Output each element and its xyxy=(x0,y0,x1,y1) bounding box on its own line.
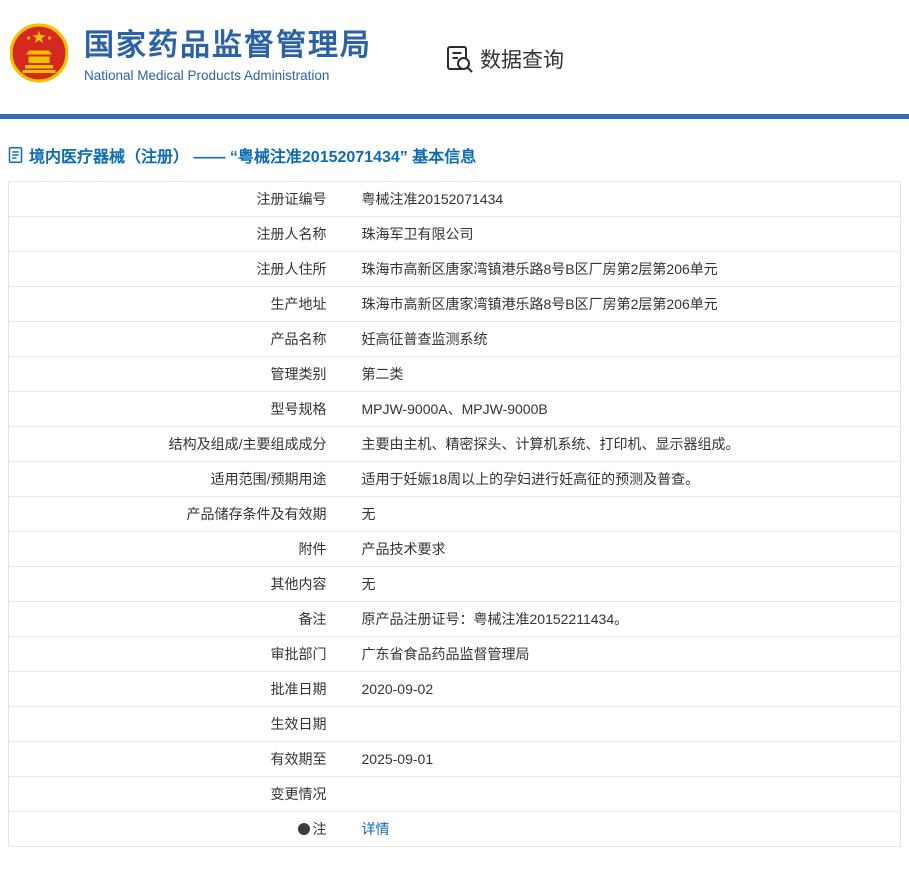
table-row: 有效期至 2025-09-01 xyxy=(9,742,901,777)
table-row: 型号规格 MPJW-9000A、MPJW-9000B xyxy=(9,392,901,427)
row-value: 详情 xyxy=(349,812,901,847)
table-row: 批准日期 2020-09-02 xyxy=(9,672,901,707)
table-row: 产品名称 妊高征普查监测系统 xyxy=(9,322,901,357)
row-value: 珠海军卫有限公司 xyxy=(349,217,901,252)
national-emblem-logo xyxy=(10,21,68,92)
data-query-icon xyxy=(444,43,476,75)
table-row: 注册人住所 珠海市高新区唐家湾镇港乐路8号B区厂房第2层第206单元 xyxy=(9,252,901,287)
header-divider xyxy=(0,114,909,119)
row-value: MPJW-9000A、MPJW-9000B xyxy=(349,392,901,427)
table-row: 生效日期 xyxy=(9,707,901,742)
data-query-nav[interactable]: 数据查询 xyxy=(444,43,564,75)
row-label-text: 生效日期 xyxy=(271,716,327,732)
row-label: 注册人住所 xyxy=(9,252,349,287)
row-value: 适用于妊娠18周以上的孕妇进行妊高征的预测及普查。 xyxy=(349,462,901,497)
row-value: 第二类 xyxy=(349,357,901,392)
row-label-text: 备注 xyxy=(299,611,327,627)
row-label-text: 适用范围/预期用途 xyxy=(211,471,327,487)
row-value xyxy=(349,707,901,742)
site-title-cn: 国家药品监督管理局 xyxy=(84,29,372,64)
table-row: 注册证编号 粤械注准20152071434 xyxy=(9,182,901,217)
row-label-text: 注 xyxy=(313,821,327,837)
row-label: 审批部门 xyxy=(9,637,349,672)
row-label-text: 型号规格 xyxy=(271,401,327,417)
table-row: 适用范围/预期用途 适用于妊娠18周以上的孕妇进行妊高征的预测及普查。 xyxy=(9,462,901,497)
table-row: 结构及组成/主要组成成分 主要由主机、精密探头、计算机系统、打印机、显示器组成。 xyxy=(9,427,901,462)
table-row: 审批部门 广东省食品药品监督管理局 xyxy=(9,637,901,672)
row-label-text: 产品储存条件及有效期 xyxy=(187,506,327,522)
site-header: 国家药品监督管理局 National Medical Products Admi… xyxy=(0,0,909,114)
row-value: 2020-09-02 xyxy=(349,672,901,707)
table-row: 变更情况 xyxy=(9,777,901,812)
row-label: 注 xyxy=(9,812,349,847)
row-label-text: 注册证编号 xyxy=(257,191,327,207)
row-label: 适用范围/预期用途 xyxy=(9,462,349,497)
row-label-text: 管理类别 xyxy=(271,366,327,382)
page-title: 境内医疗器械（注册） —— “粤械注准20152071434” 基本信息 xyxy=(8,143,901,167)
table-row: 附件 产品技术要求 xyxy=(9,532,901,567)
detail-link[interactable]: 详情 xyxy=(362,821,390,837)
row-value: 妊高征普查监测系统 xyxy=(349,322,901,357)
row-label: 结构及组成/主要组成成分 xyxy=(9,427,349,462)
row-value: 粤械注准20152071434 xyxy=(349,182,901,217)
row-value: 珠海市高新区唐家湾镇港乐路8号B区厂房第2层第206单元 xyxy=(349,252,901,287)
row-label: 变更情况 xyxy=(9,777,349,812)
table-row: 管理类别 第二类 xyxy=(9,357,901,392)
table-row: 备注 原产品注册证号：粤械注准20152211434。 xyxy=(9,602,901,637)
row-label: 其他内容 xyxy=(9,567,349,602)
registration-info-table: 注册证编号粤械注准20152071434注册人名称珠海军卫有限公司注册人住所珠海… xyxy=(8,181,901,847)
page-title-text: 境内医疗器械（注册） —— “粤械注准20152071434” 基本信息 xyxy=(29,143,476,167)
table-row: 生产地址 珠海市高新区唐家湾镇港乐路8号B区厂房第2层第206单元 xyxy=(9,287,901,322)
table-row: 产品储存条件及有效期 无 xyxy=(9,497,901,532)
row-label-text: 批准日期 xyxy=(271,681,327,697)
row-label-text: 有效期至 xyxy=(271,751,327,767)
row-label-text: 注册人住所 xyxy=(257,261,327,277)
site-title-en: National Medical Products Administration xyxy=(84,68,372,83)
row-value: 主要由主机、精密探头、计算机系统、打印机、显示器组成。 xyxy=(349,427,901,462)
row-label: 批准日期 xyxy=(9,672,349,707)
row-label: 备注 xyxy=(9,602,349,637)
row-value xyxy=(349,777,901,812)
row-label-text: 生产地址 xyxy=(271,296,327,312)
document-icon xyxy=(8,146,23,164)
row-value: 产品技术要求 xyxy=(349,532,901,567)
row-label-text: 审批部门 xyxy=(271,646,327,662)
row-label-text: 变更情况 xyxy=(271,786,327,802)
row-label: 附件 xyxy=(9,532,349,567)
row-label-text: 附件 xyxy=(299,541,327,557)
row-label: 生产地址 xyxy=(9,287,349,322)
row-value: 2025-09-01 xyxy=(349,742,901,777)
row-value: 无 xyxy=(349,497,901,532)
row-label: 管理类别 xyxy=(9,357,349,392)
row-value: 广东省食品药品监督管理局 xyxy=(349,637,901,672)
note-circle-icon xyxy=(298,823,310,835)
row-value: 原产品注册证号：粤械注准20152211434。 xyxy=(349,602,901,637)
table-row: 注 详情 xyxy=(9,812,901,847)
row-label: 生效日期 xyxy=(9,707,349,742)
row-label-text: 注册人名称 xyxy=(257,226,327,242)
row-label: 有效期至 xyxy=(9,742,349,777)
row-label-text: 产品名称 xyxy=(271,331,327,347)
data-query-label: 数据查询 xyxy=(480,44,564,74)
table-row: 其他内容 无 xyxy=(9,567,901,602)
row-label: 注册证编号 xyxy=(9,182,349,217)
row-label-text: 其他内容 xyxy=(271,576,327,592)
row-label: 产品名称 xyxy=(9,322,349,357)
site-brand: 国家药品监督管理局 National Medical Products Admi… xyxy=(84,29,372,84)
table-row: 注册人名称 珠海军卫有限公司 xyxy=(9,217,901,252)
info-table-body: 注册证编号粤械注准20152071434注册人名称珠海军卫有限公司注册人住所珠海… xyxy=(9,182,901,847)
row-label-text: 结构及组成/主要组成成分 xyxy=(169,436,327,452)
row-value: 无 xyxy=(349,567,901,602)
row-value: 珠海市高新区唐家湾镇港乐路8号B区厂房第2层第206单元 xyxy=(349,287,901,322)
row-label: 型号规格 xyxy=(9,392,349,427)
row-label: 产品储存条件及有效期 xyxy=(9,497,349,532)
row-label: 注册人名称 xyxy=(9,217,349,252)
